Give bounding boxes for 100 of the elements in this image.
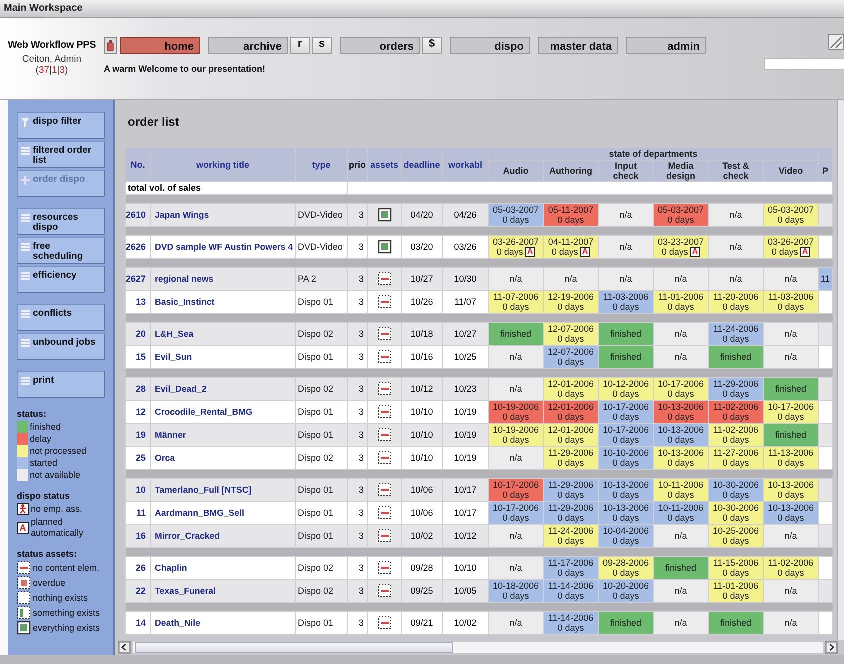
workable-cell: 03/26 xyxy=(442,236,488,258)
days-text: 0 days xyxy=(778,568,804,578)
status-cell: n/a xyxy=(764,612,818,634)
welcome-text: A warm Welcome to our presentation! xyxy=(104,64,267,74)
resize-icon[interactable] xyxy=(828,34,844,50)
prio-cell: 3 xyxy=(348,236,368,258)
nav-tab[interactable]: home xyxy=(120,37,200,54)
sidebar-button[interactable]: print xyxy=(17,371,105,398)
date-text: 10-13-2006 xyxy=(602,503,650,513)
title-link[interactable]: regional news xyxy=(150,268,296,290)
days-text: 0 days xyxy=(612,568,640,578)
days-text: 0 days xyxy=(558,302,584,312)
date-text: 11-29-2006 xyxy=(547,480,595,490)
type-cell: PA 2 xyxy=(296,268,348,290)
status-cell: n/a xyxy=(708,204,764,226)
days-text: 0 days xyxy=(722,490,750,500)
prio-cell: 3 xyxy=(348,204,368,226)
status-cell: n/a xyxy=(488,378,544,400)
nav-tab[interactable]: dispo xyxy=(450,37,530,54)
nav-shortcut-button[interactable]: r xyxy=(290,37,310,54)
deadline-cell: 10/12 xyxy=(402,378,442,400)
days-text: 0 days xyxy=(668,412,694,422)
deadline-cell: 10/10 xyxy=(402,400,442,424)
date-text: 05-03-2007 xyxy=(492,205,540,215)
date-text: 11-03-2006 xyxy=(767,292,815,302)
days-text: 0 days xyxy=(552,246,578,257)
sidebar-button[interactable]: conflicts xyxy=(17,304,105,331)
workable-cell: 04/26 xyxy=(442,204,488,226)
date-text: 10-13-2006 xyxy=(656,402,706,412)
prio-cell: 3 xyxy=(348,346,368,368)
days-text: 0 days xyxy=(668,458,694,468)
days-text: 0 days xyxy=(668,389,694,399)
title-link[interactable]: Japan Wings xyxy=(150,204,296,226)
days-text: 0 days xyxy=(612,302,640,312)
title-link[interactable]: Tamerlano_Full [NTSC] xyxy=(150,478,296,502)
days-text: 0 days xyxy=(496,246,524,257)
nav-tab[interactable]: admin xyxy=(626,37,706,54)
title-link[interactable]: Männer xyxy=(150,424,296,446)
date-text: 12-07-2006 xyxy=(546,324,596,334)
status-cell: finished xyxy=(598,612,654,634)
days-text: 0 days xyxy=(668,302,694,312)
nav-shortcut-button[interactable]: $ xyxy=(422,37,442,54)
title-link[interactable]: Death_Nile xyxy=(150,612,296,634)
status-cell: finished xyxy=(708,346,764,368)
column-header: workabl xyxy=(442,148,488,182)
title-link[interactable]: Crocodile_Rental_BMG xyxy=(150,400,296,424)
sidebar-button[interactable]: filtered order list xyxy=(17,141,105,168)
scrollbar-thumb[interactable] xyxy=(135,642,453,653)
date-text: 10-19-2006 xyxy=(492,425,540,435)
date-text: 10-13-2006 xyxy=(602,480,650,490)
date-text: 05-11-2007 xyxy=(547,205,595,215)
bottle-button[interactable] xyxy=(104,37,117,54)
type-cell: Dispo 01 xyxy=(296,612,348,634)
sidebar-button[interactable]: unbound jobs xyxy=(17,333,105,360)
status-cell: n/a xyxy=(488,268,544,290)
title-link[interactable]: Orca xyxy=(150,446,296,470)
title-link[interactable]: L&H_Sea xyxy=(150,322,296,346)
title-link[interactable]: DVD sample WF Austin Powers 4 xyxy=(150,236,296,258)
days-text: 0 days xyxy=(502,215,530,225)
days-text: 0 days xyxy=(722,334,750,344)
nav-shortcut-button[interactable]: s xyxy=(312,37,332,54)
scroll-left-icon[interactable] xyxy=(118,641,131,654)
auto-badge: A xyxy=(580,247,590,258)
title-link[interactable]: Aardmann_BMG_Sell xyxy=(150,502,296,524)
date-text: 11-29-2006 xyxy=(712,379,760,389)
order-number-cell: 2610 xyxy=(126,204,150,226)
status-cell: finished xyxy=(598,322,654,346)
days-text: 0 days xyxy=(558,458,584,468)
sidebar-button[interactable]: efficiency xyxy=(17,266,105,293)
workable-cell: 10/19 xyxy=(442,424,488,446)
nav-tab[interactable]: master data xyxy=(538,37,618,54)
nav-tab[interactable]: orders xyxy=(340,37,420,54)
order-number-cell: 12 xyxy=(126,400,150,424)
date-text: 12-01-2006 xyxy=(546,425,596,435)
date-text: 10-18-2006 xyxy=(492,581,540,591)
order-number-cell: 16 xyxy=(126,524,150,548)
days-text: 0 days xyxy=(722,435,750,445)
legend-heading: status assets: xyxy=(17,549,78,559)
date-text: 10-13-2006 xyxy=(766,480,816,490)
sidebar-button[interactable]: resources dispo xyxy=(17,208,105,235)
column-header: Audio xyxy=(488,160,544,182)
title-link[interactable]: Chaplin xyxy=(150,556,296,580)
sidebar-button[interactable]: free scheduling xyxy=(17,237,105,264)
title-link[interactable]: Texas_Funeral xyxy=(150,580,296,602)
title-link[interactable]: Basic_Instinct xyxy=(150,290,296,314)
days-text: 0 days xyxy=(558,513,584,523)
title-link[interactable]: Evil_Dead_2 xyxy=(150,378,296,400)
vertical-scrollbar[interactable] xyxy=(837,100,844,640)
scroll-right-icon[interactable] xyxy=(825,641,838,654)
date-text: 10-20-2006 xyxy=(602,581,650,591)
sidebar-button[interactable]: dispo filter xyxy=(17,112,105,139)
search-field[interactable] xyxy=(764,58,844,70)
days-text: 0 days xyxy=(778,513,804,523)
nav-tab[interactable]: archive xyxy=(208,37,288,54)
title-link[interactable]: Mirror_Cracked xyxy=(150,524,296,548)
title-link[interactable]: Evil_Sun xyxy=(150,346,296,368)
date-text: 11-01-2006 xyxy=(657,292,705,302)
days-text: 0 days xyxy=(722,302,750,312)
days-text: 0 days xyxy=(722,591,750,601)
status-cell: finished xyxy=(654,556,708,580)
